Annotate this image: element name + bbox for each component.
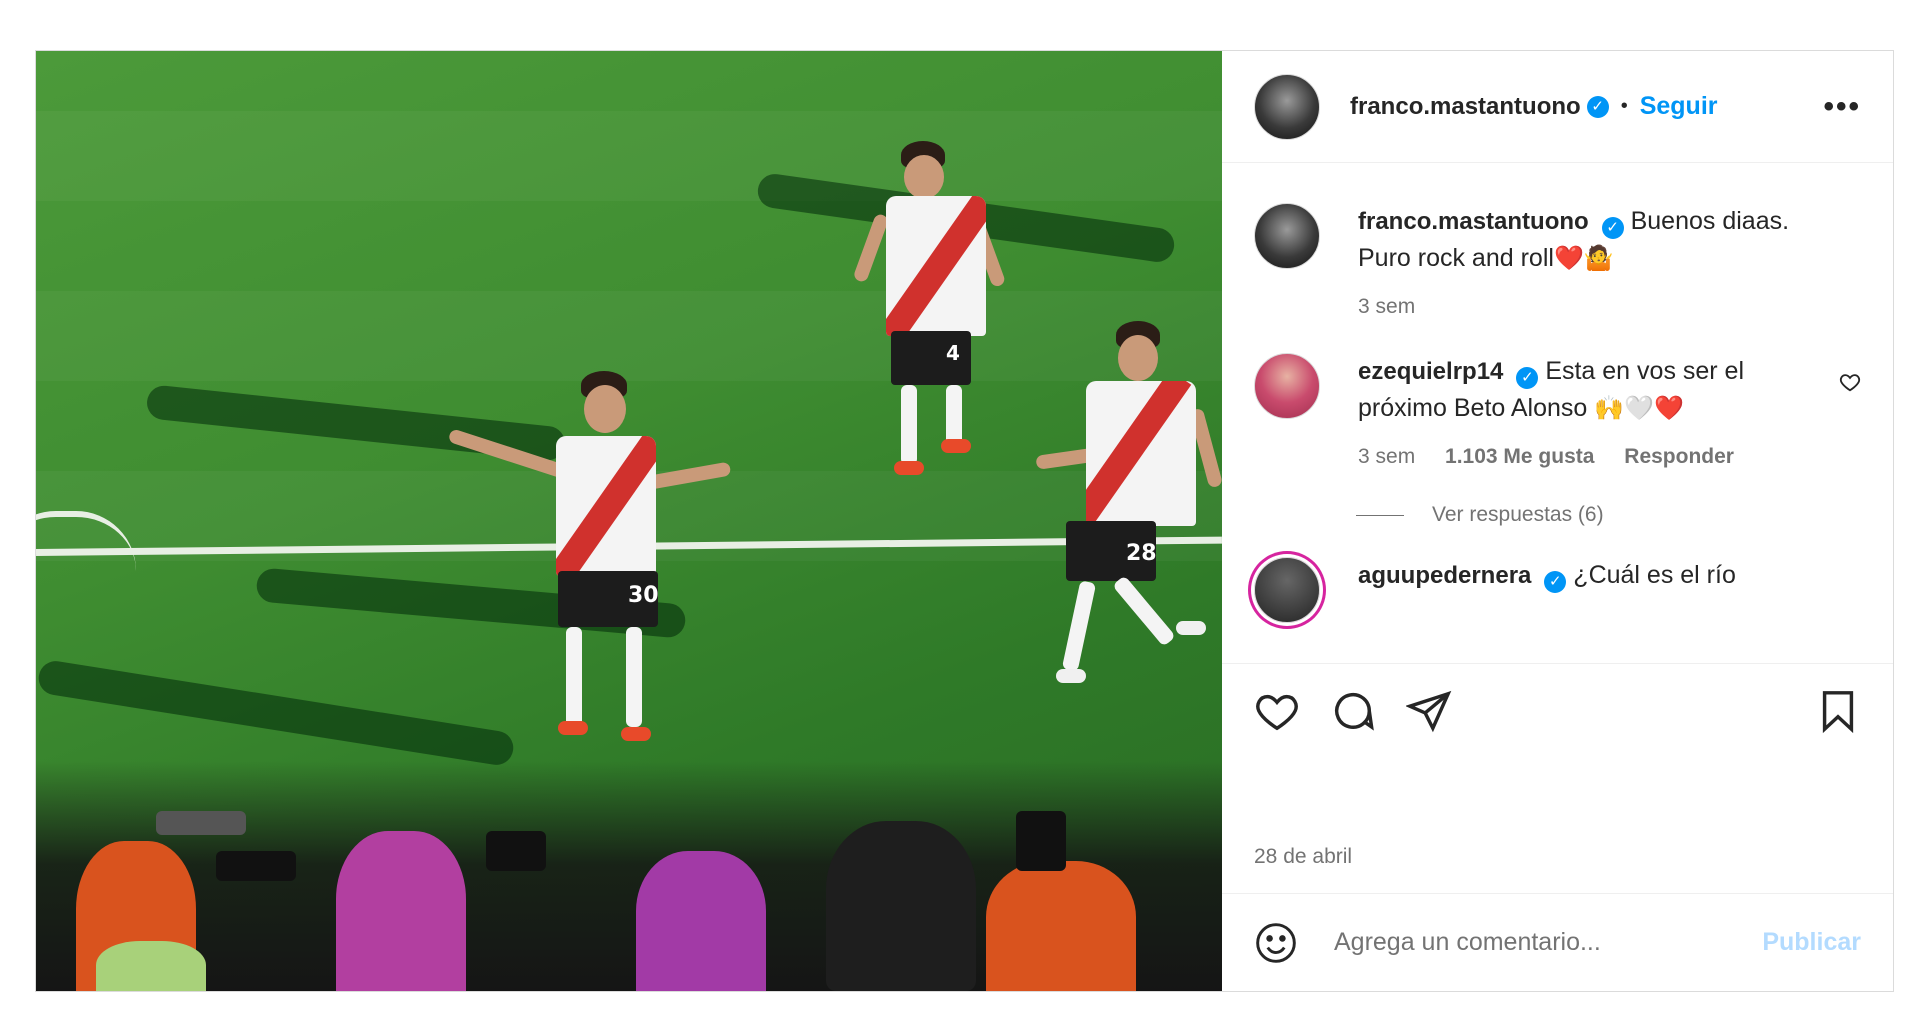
view-replies-button[interactable]: Ver respuestas (6) (1356, 503, 1861, 527)
caption-emojis: ❤️🤷 (1553, 245, 1614, 273)
post-actions: 28 de abril (1222, 662, 1893, 894)
caption-text-line1: Buenos diaas. (1630, 207, 1790, 236)
verified-badge-icon: ✓ (1516, 367, 1539, 390)
caption-time[interactable]: 3 sem (1358, 295, 1415, 318)
comment-text-line1: Esta en vos ser el (1545, 357, 1745, 386)
commenter-avatar[interactable] (1254, 353, 1320, 420)
comment-bubble-icon[interactable] (1330, 688, 1376, 734)
commenter-avatar[interactable] (1254, 557, 1320, 624)
share-send-icon[interactable] (1406, 688, 1452, 734)
author-avatar[interactable] (1254, 73, 1320, 140)
comment-text: ¿Cuál es el río (1573, 561, 1736, 590)
comment-like-heart-icon[interactable] (1839, 371, 1861, 393)
comment-input[interactable] (1332, 927, 1763, 959)
view-replies-label: Ver respuestas (6) (1432, 503, 1604, 527)
comment-item: aguupedernera ✓ ¿Cuál es el río (1254, 557, 1861, 624)
add-comment-bar: Publicar (1222, 893, 1893, 991)
post-header: franco.mastantuono ✓ • Seguir ••• (1222, 51, 1893, 164)
comment-item: ezequielrp14 ✓ Esta en vos ser el próxim… (1254, 353, 1861, 475)
verified-badge-icon: ✓ (1586, 95, 1609, 118)
instagram-post: 30 4 28 franco.mastantuono ✓ • Seguir ••… (35, 50, 1894, 992)
player-4: 4 (826, 141, 1007, 541)
emoji-picker-icon[interactable] (1254, 921, 1298, 965)
comment-username[interactable]: ezequielrp14 (1358, 358, 1503, 385)
comment-time[interactable]: 3 sem (1358, 445, 1415, 468)
publish-button[interactable]: Publicar (1762, 928, 1861, 957)
caption: franco.mastantuono ✓ Buenos diaas. Puro … (1254, 203, 1861, 325)
reply-button[interactable]: Responder (1624, 445, 1734, 468)
comment-text-line2: próximo Beto Alonso (1358, 394, 1588, 423)
verified-badge-icon: ✓ (1601, 217, 1624, 240)
jersey-number: 28 (1126, 541, 1157, 566)
player-30: 30 (446, 371, 746, 811)
comment-likes[interactable]: 1.103 Me gusta (1445, 445, 1594, 468)
caption-text-line2: Puro rock and roll (1358, 244, 1554, 273)
post-side-panel: franco.mastantuono ✓ • Seguir ••• franco… (1222, 51, 1893, 991)
comment-emojis: 🙌🤍❤️ (1594, 395, 1684, 423)
caption-username[interactable]: franco.mastantuono (1358, 208, 1589, 235)
like-heart-icon[interactable] (1254, 688, 1300, 734)
bookmark-save-icon[interactable] (1815, 688, 1861, 734)
author-avatar[interactable] (1254, 203, 1320, 270)
post-photo[interactable]: 30 4 28 (36, 51, 1222, 991)
comment-username[interactable]: aguupedernera (1358, 562, 1531, 589)
player-28: 28 (1035, 321, 1222, 741)
verified-badge-icon: ✓ (1544, 571, 1567, 594)
author-username[interactable]: franco.mastantuono (1350, 93, 1581, 121)
post-date[interactable]: 28 de abril (1254, 845, 1352, 869)
separator-dot: • (1620, 95, 1628, 118)
replies-line (1356, 514, 1404, 516)
jersey-number: 30 (628, 583, 659, 608)
more-options-icon[interactable]: ••• (1823, 90, 1861, 124)
comments-section[interactable]: franco.mastantuono ✓ Buenos diaas. Puro … (1222, 163, 1893, 662)
follow-button[interactable]: Seguir (1640, 92, 1718, 121)
jersey-number: 4 (946, 341, 960, 365)
